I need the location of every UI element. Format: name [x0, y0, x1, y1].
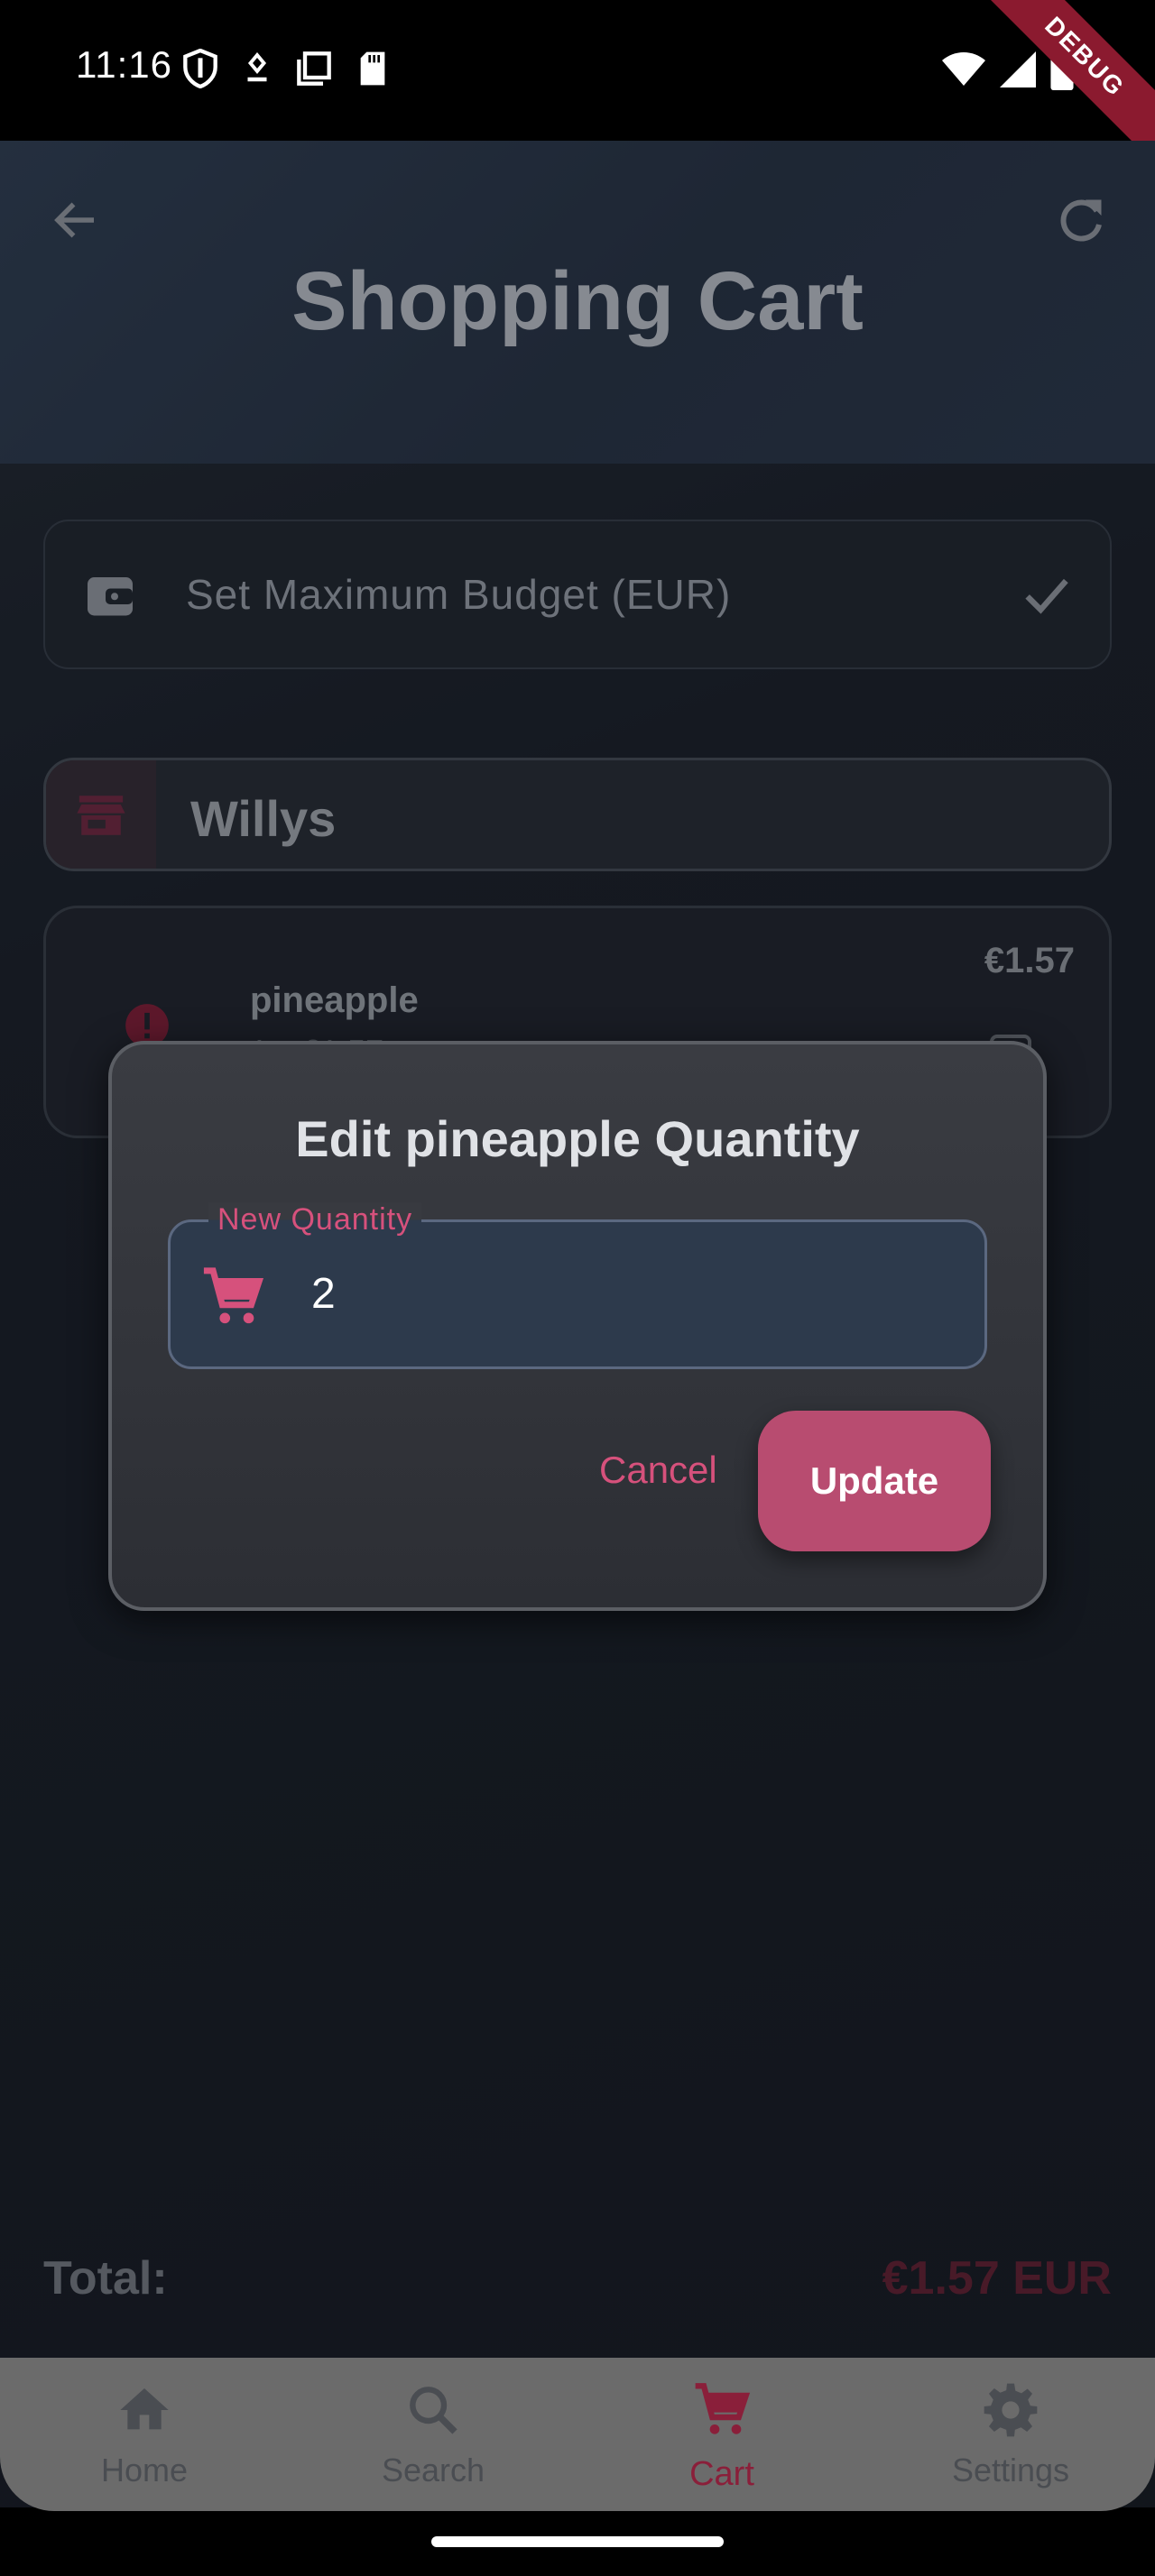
screen-icon [297, 51, 331, 86]
signal-icon [1000, 51, 1036, 87]
status-time: 11:16 [76, 43, 172, 86]
nav-label-settings: Settings [951, 2452, 1070, 2489]
quantity-field[interactable]: New Quantity [168, 1202, 987, 1369]
nav-label-cart: Cart [689, 2455, 754, 2493]
wifi-icon [942, 52, 985, 86]
quantity-input[interactable] [311, 1269, 853, 1319]
home-indicator[interactable] [431, 2536, 724, 2547]
nav-label-home: Home [100, 2452, 189, 2489]
cart-icon [203, 1267, 264, 1324]
nav-item-home[interactable]: Home [0, 2358, 289, 2511]
quantity-field-label: New Quantity [208, 1202, 422, 1237]
sd-card-icon [360, 51, 385, 86]
nav-item-search[interactable]: Search [289, 2358, 578, 2511]
nav-item-settings[interactable]: Settings [866, 2358, 1155, 2511]
location-icon [247, 52, 267, 82]
shield-icon [183, 49, 217, 88]
nav-item-cart[interactable]: Cart [578, 2358, 866, 2511]
gear-icon [984, 2383, 1038, 2437]
dialog-title: Edit pineapple Quantity [295, 1110, 860, 1167]
home-icon [120, 2388, 169, 2430]
edit-quantity-dialog: Edit pineapple Quantity New Quantity Can… [108, 1041, 1047, 1611]
cancel-button[interactable]: Cancel [599, 1449, 717, 1492]
nav-label-search: Search [381, 2452, 485, 2489]
bottom-navigation: Home Search Cart Settings [0, 2358, 1155, 2511]
cart-icon [695, 2383, 751, 2434]
status-bar: 11:16 DEBUG [0, 0, 1155, 171]
status-icons-left [182, 49, 388, 88]
update-button[interactable]: Update [758, 1411, 991, 1551]
search-icon [410, 2387, 457, 2434]
